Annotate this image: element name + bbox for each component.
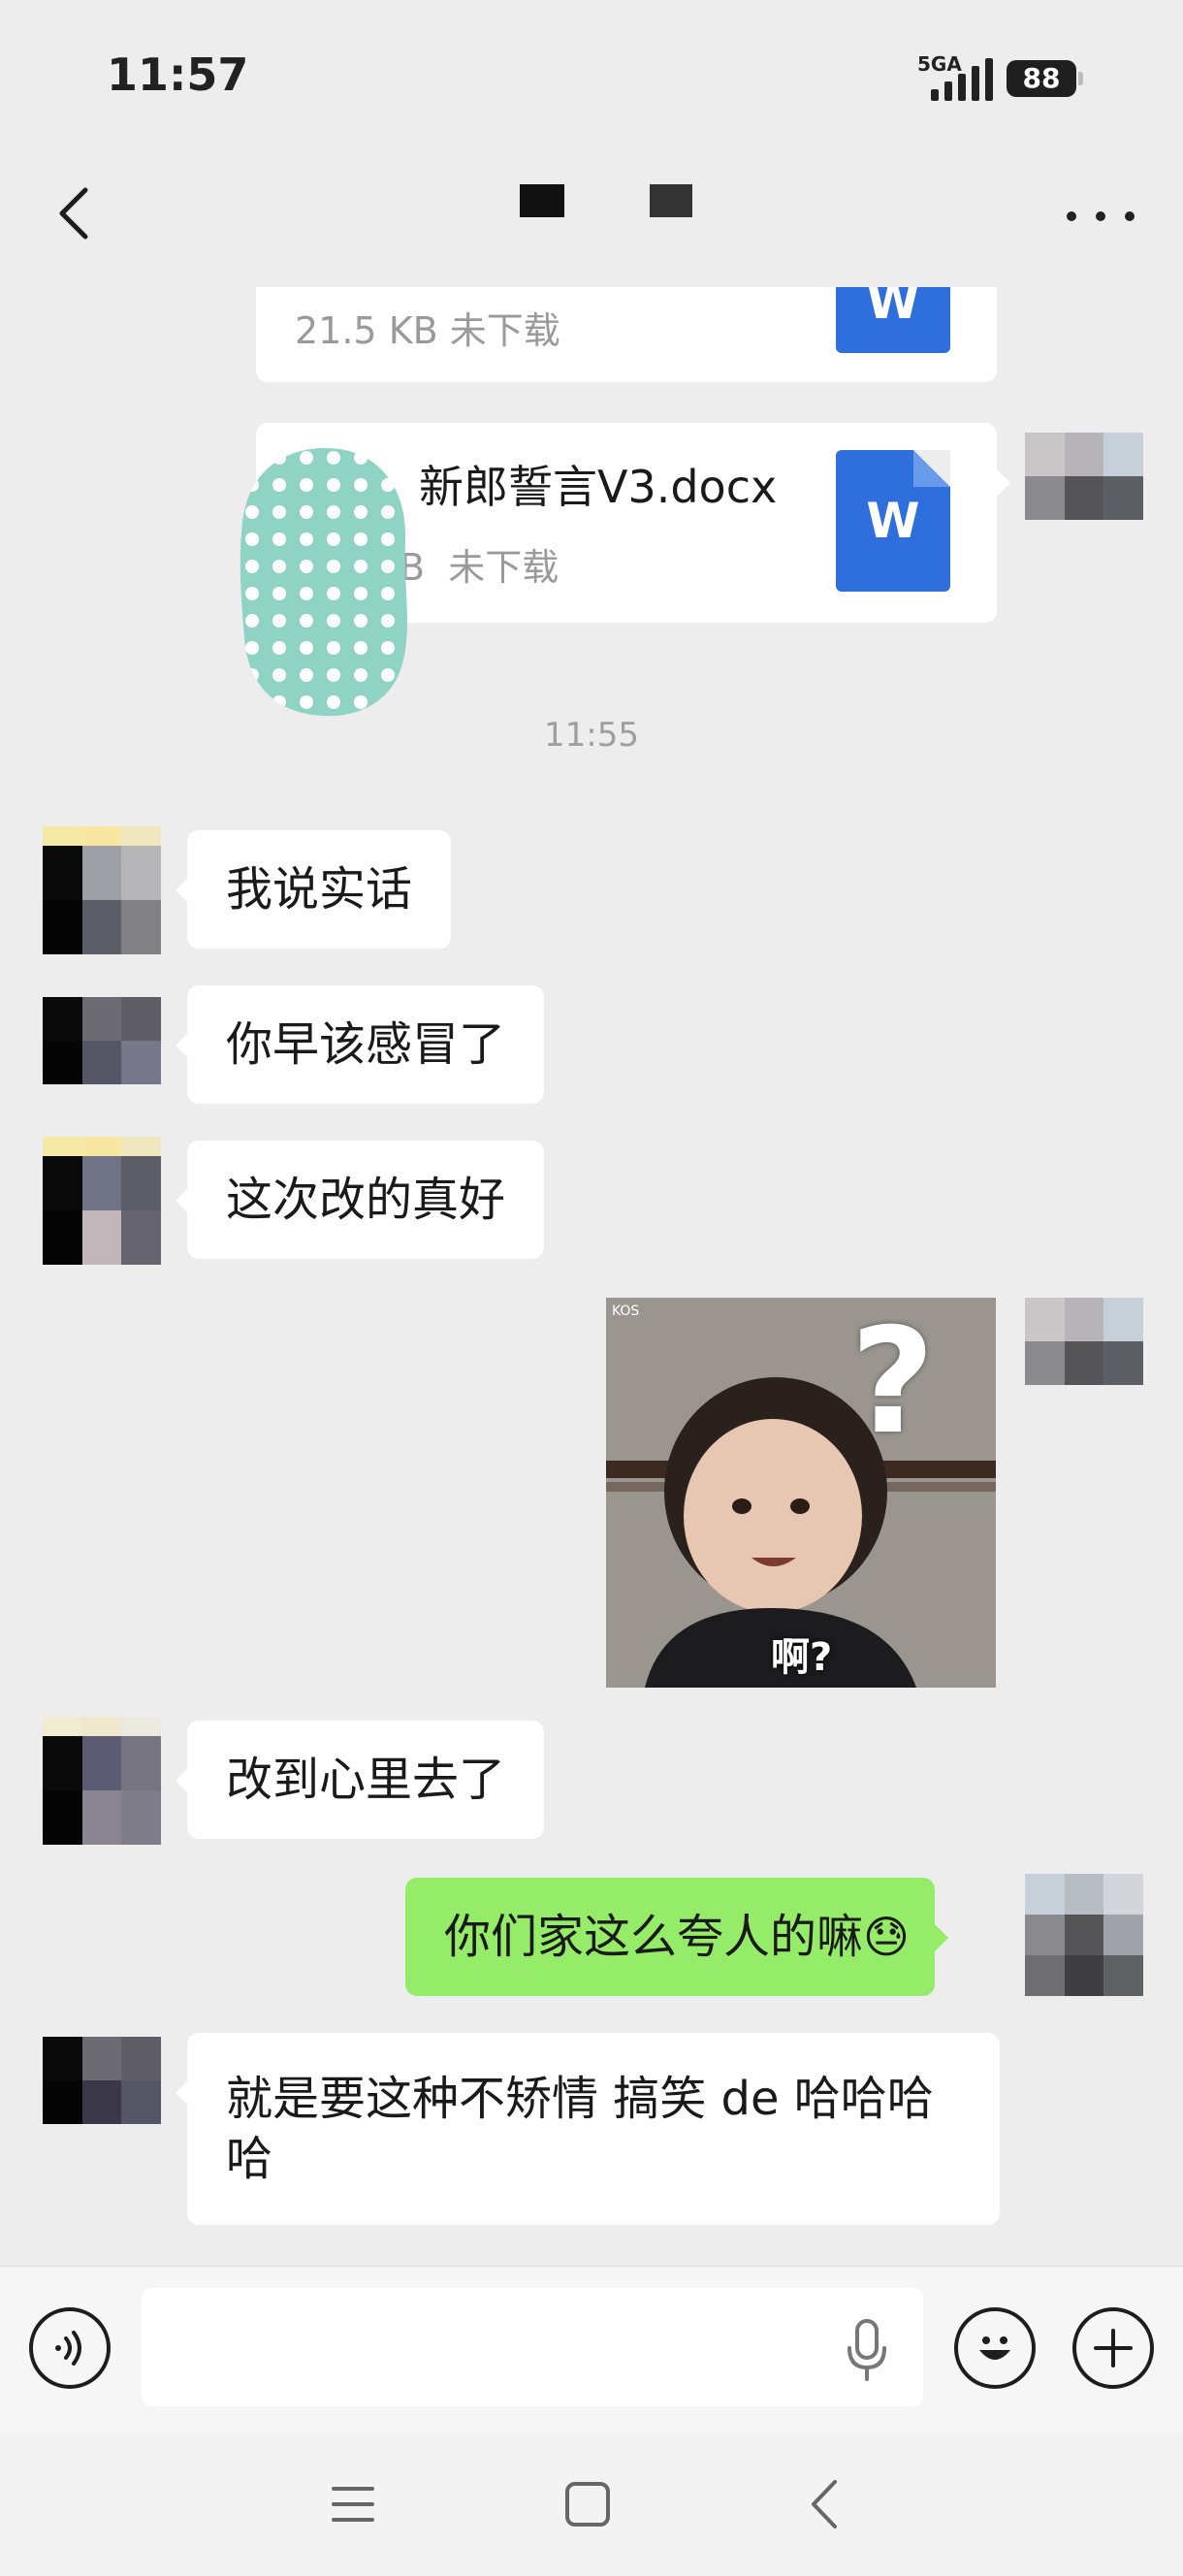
file-download-status: 未下载 <box>448 546 560 589</box>
message-input[interactable] <box>142 2288 923 2406</box>
message-input-bar <box>0 2266 1183 2431</box>
chat-title-redacted <box>520 184 564 217</box>
signal-icon: 5GA <box>917 52 993 101</box>
sticker-caption: 啊? <box>771 1635 833 1680</box>
avatar[interactable] <box>43 1137 161 1265</box>
chat-bubble[interactable]: 改到心里去了 <box>175 1721 545 1839</box>
avatar[interactable] <box>1025 433 1143 520</box>
avatar[interactable] <box>1025 1298 1143 1385</box>
back-icon[interactable] <box>795 2475 853 2533</box>
file-message[interactable]: 21.5 KB 未下载 W <box>256 287 997 382</box>
menu-icon[interactable] <box>324 2475 382 2533</box>
network-label: 5GA <box>917 52 962 76</box>
status-icons: 5GA 88 <box>917 52 1083 101</box>
avatar[interactable] <box>43 1717 161 1845</box>
word-letter: W <box>866 493 920 549</box>
avatar[interactable] <box>43 826 161 954</box>
battery-icon: 88 <box>1007 60 1083 97</box>
emoji-sweat: 😓 <box>863 1911 910 1963</box>
chat-title-redacted <box>650 184 692 217</box>
sticker-image[interactable]: ? 啊? KOS <box>606 1298 996 1688</box>
word-letter: W <box>866 287 920 330</box>
chat-bubble-self[interactable]: 你们家这么夸人的嘛 😓 <box>405 1878 948 1996</box>
file-name: 新郎誓言V3.docx <box>419 461 778 513</box>
status-time: 11:57 <box>107 48 249 101</box>
emoji-icon[interactable] <box>954 2307 1036 2389</box>
sticker-corner-mark: KOS <box>612 1304 640 1319</box>
word-file-icon: W <box>836 287 950 353</box>
file-status: B 未下载 <box>400 537 559 591</box>
message-line: 哈 <box>226 2132 273 2186</box>
message-text: 你们家这么夸人的嘛 <box>444 1910 864 1964</box>
word-file-icon: W <box>836 450 950 592</box>
chat-bubble[interactable]: 我说实话 <box>175 830 452 949</box>
voice-mode-icon[interactable] <box>29 2307 111 2389</box>
chat-bubble[interactable]: 你早该感冒了 <box>175 985 545 1104</box>
time-divider: 11:55 <box>544 716 639 755</box>
message-line: 就是要这种不矫情 搞笑 de 哈哈哈 <box>226 2072 934 2126</box>
avatar[interactable] <box>43 997 161 1084</box>
microphone-icon[interactable] <box>844 2319 890 2383</box>
home-icon[interactable] <box>559 2475 617 2533</box>
chat-bubble[interactable]: 这次改的真好 <box>175 1141 545 1259</box>
chat-messages[interactable]: 21.5 KB 未下载 W 新郎誓言V3.docx B 未下载 W 11:55 <box>0 287 1183 2266</box>
more-dots-icon[interactable] <box>1067 211 1135 223</box>
chat-bubble[interactable]: 就是要这种不矫情 搞笑 de 哈哈哈 哈 <box>176 2033 1000 2225</box>
file-meta: 21.5 KB 未下载 <box>295 309 560 352</box>
chat-header <box>0 145 1183 287</box>
avatar[interactable] <box>43 2037 161 2124</box>
sticker-question-mark: ? <box>850 1298 936 1466</box>
privacy-sticker <box>240 448 408 717</box>
chevron-left-icon[interactable] <box>45 184 103 242</box>
system-nav-bar <box>0 2431 1183 2576</box>
plus-icon[interactable] <box>1072 2307 1154 2389</box>
avatar[interactable] <box>1025 1874 1143 1996</box>
